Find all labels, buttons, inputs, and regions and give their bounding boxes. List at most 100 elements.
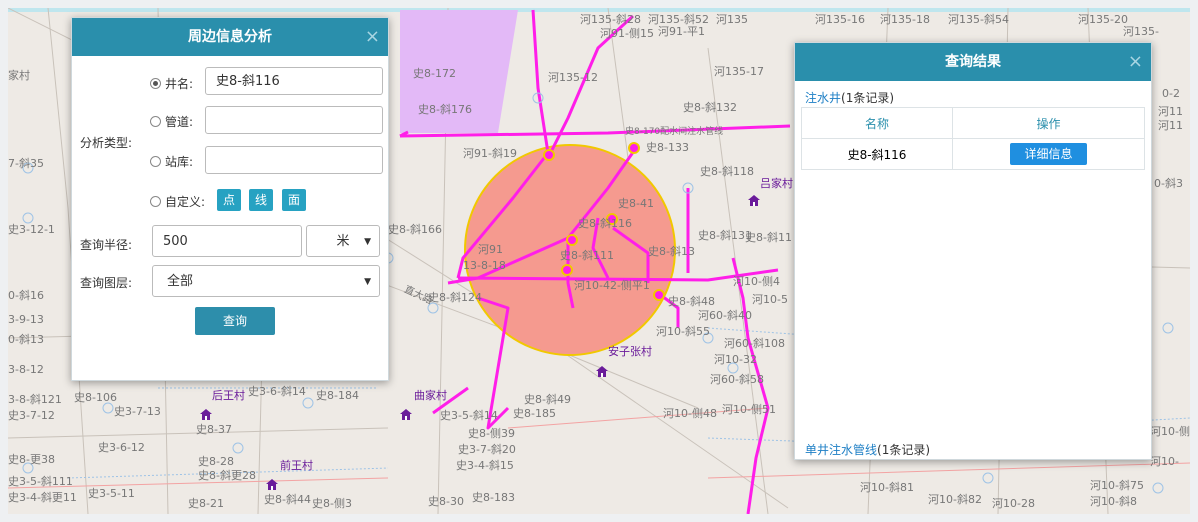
house-icon bbox=[596, 362, 608, 377]
map-label: 史8-30 bbox=[428, 495, 464, 508]
table-header-row: 名称 操作 bbox=[801, 107, 1145, 139]
map-frame[interactable]: 河135-斜28 河135-斜52 河135 河91-侧15 河91-平1 河1… bbox=[8, 8, 1190, 514]
radius-input[interactable]: 500 bbox=[152, 225, 302, 257]
map-label: 史8-21 bbox=[188, 497, 224, 510]
query-button[interactable]: 查询 bbox=[195, 307, 275, 335]
map-label: 13-8-18 bbox=[463, 259, 506, 272]
radio-icon[interactable] bbox=[150, 196, 161, 207]
pipeline-link[interactable]: 单井注水管线 bbox=[805, 443, 877, 457]
result-panel-title: 查询结果 bbox=[945, 54, 1001, 70]
map-label: 史8-侧3 bbox=[312, 497, 352, 510]
well-radio-option[interactable]: 井名: bbox=[150, 75, 193, 92]
map-label: 河60-斜40 bbox=[698, 309, 752, 322]
analysis-type-label: 分析类型: bbox=[80, 136, 133, 150]
map-label: 河10-斜75 bbox=[1090, 479, 1144, 492]
dropdown-arrow-icon: ▼ bbox=[364, 237, 371, 247]
group-count: (1条记录) bbox=[841, 91, 895, 105]
map-label: 0-斜3 bbox=[1154, 177, 1183, 190]
result-panel-header: 查询结果 × bbox=[795, 43, 1151, 81]
house-icon bbox=[200, 405, 212, 420]
name-column-header: 名称 bbox=[801, 107, 953, 139]
map-label: 河60-斜108 bbox=[724, 337, 785, 350]
map-label: 河10-侧48 bbox=[663, 407, 717, 420]
map-label: 河10-28 bbox=[992, 497, 1035, 510]
village-label: 曲家村 bbox=[414, 389, 447, 402]
map-label: 史8-斜132 bbox=[683, 101, 737, 114]
map-label: 史8-184 bbox=[316, 389, 359, 402]
pipe-radio-option[interactable]: 管道: bbox=[150, 113, 193, 130]
map-label: 史8-106 bbox=[74, 391, 117, 404]
draw-area-button[interactable]: 面 bbox=[282, 189, 306, 211]
detail-button[interactable]: 详细信息 bbox=[1010, 143, 1087, 165]
map-label: 河10-侧7 bbox=[1150, 425, 1190, 438]
injection-well-link[interactable]: 注水井 bbox=[805, 91, 841, 105]
map-label: 史8-斜176 bbox=[418, 103, 472, 116]
map-label: 河10-42-侧平1 bbox=[574, 279, 650, 292]
map-label: 史3-4-斜更11 bbox=[8, 491, 77, 504]
close-icon[interactable]: × bbox=[365, 18, 380, 56]
map-label: 河10-斜8 bbox=[1090, 495, 1137, 508]
map-label: 河10-斜82 bbox=[928, 493, 982, 506]
dropdown-arrow-icon: ▼ bbox=[364, 277, 371, 287]
map-label: 河10-斜81 bbox=[860, 481, 914, 494]
station-input[interactable] bbox=[205, 146, 383, 174]
map-label: 史8-183 bbox=[472, 491, 515, 504]
map-label: 史8-斜131 bbox=[698, 229, 752, 242]
map-label: 史8-斜116 bbox=[578, 217, 632, 230]
custom-radio-option[interactable]: 自定义: bbox=[150, 193, 205, 210]
map-label: 史3-5-11 bbox=[88, 487, 135, 500]
pipe-input[interactable] bbox=[205, 106, 383, 134]
map-label: 河10-5 bbox=[752, 293, 788, 306]
map-label: 河91-平1 bbox=[658, 25, 705, 38]
map-label: 史8-28 bbox=[198, 455, 234, 468]
map-label: 家村 bbox=[8, 69, 30, 82]
radio-icon[interactable] bbox=[150, 78, 161, 89]
map-label: 史8-斜124 bbox=[428, 291, 482, 304]
close-icon[interactable]: × bbox=[1128, 43, 1143, 81]
map-label: 史3-4-斜15 bbox=[456, 459, 514, 472]
station-label: 站库: bbox=[165, 155, 194, 169]
well-name-cell: 史8-斜116 bbox=[801, 138, 953, 170]
map-label: 史8-斜48 bbox=[668, 295, 715, 308]
layer-select[interactable]: 全部 ▼ bbox=[152, 265, 380, 297]
map-label: 7-斜35 bbox=[8, 157, 44, 170]
injection-well-group: 注水井(1条记录) bbox=[805, 89, 894, 106]
map-label: 河10-32 bbox=[714, 353, 757, 366]
map-label: 史3-7-12 bbox=[8, 409, 55, 422]
draw-line-button[interactable]: 线 bbox=[249, 189, 273, 211]
result-panel: 查询结果 × 注水井(1条记录) 名称 操作 史8-斜116 详细信息 单井注水… bbox=[794, 42, 1152, 460]
map-label: 史8-斜49 bbox=[524, 393, 571, 406]
pipeline-group: 单井注水管线(1条记录) bbox=[805, 441, 930, 458]
radius-label: 查询半径: bbox=[80, 238, 133, 252]
map-label: 河135 bbox=[716, 13, 748, 26]
map-label: 河60-斜58 bbox=[710, 373, 764, 386]
map-label: 河11 bbox=[1158, 105, 1183, 118]
map-label: 河135-20 bbox=[1078, 13, 1128, 26]
radio-icon[interactable] bbox=[150, 156, 161, 167]
result-table: 名称 操作 史8-斜116 详细信息 bbox=[801, 107, 1145, 170]
map-label: 河135- bbox=[1123, 25, 1159, 38]
draw-point-button[interactable]: 点 bbox=[217, 189, 241, 211]
custom-label: 自定义: bbox=[165, 195, 206, 209]
analysis-panel-header: 周边信息分析 × bbox=[72, 18, 388, 56]
map-label: 史3-6-12 bbox=[98, 441, 145, 454]
map-label: 河135-斜54 bbox=[948, 13, 1009, 26]
house-icon bbox=[748, 191, 760, 206]
map-label: 史3-12-1 bbox=[8, 223, 55, 236]
action-column-header: 操作 bbox=[952, 107, 1145, 139]
station-radio-option[interactable]: 站库: bbox=[150, 153, 193, 170]
map-label: 河135-斜28 bbox=[580, 13, 641, 26]
map-label: 河91-斜19 bbox=[463, 147, 517, 160]
well-name-input[interactable]: 史8-斜116 bbox=[205, 67, 383, 95]
unit-select[interactable]: 米 ▼ bbox=[306, 225, 380, 257]
map-label: 史8-侧39 bbox=[468, 427, 515, 440]
map-label: 河91-侧15 bbox=[600, 27, 654, 40]
map-label: 河135-18 bbox=[880, 13, 930, 26]
map-label: 史8-斜44 bbox=[264, 493, 311, 506]
radio-icon[interactable] bbox=[150, 116, 161, 127]
well-label: 井名: bbox=[165, 77, 194, 91]
map-label: 史8-斜166 bbox=[388, 223, 442, 236]
map-label: 河135-16 bbox=[815, 13, 865, 26]
table-row[interactable]: 史8-斜116 详细信息 bbox=[801, 138, 1145, 170]
layer-label: 查询图层: bbox=[80, 276, 133, 290]
